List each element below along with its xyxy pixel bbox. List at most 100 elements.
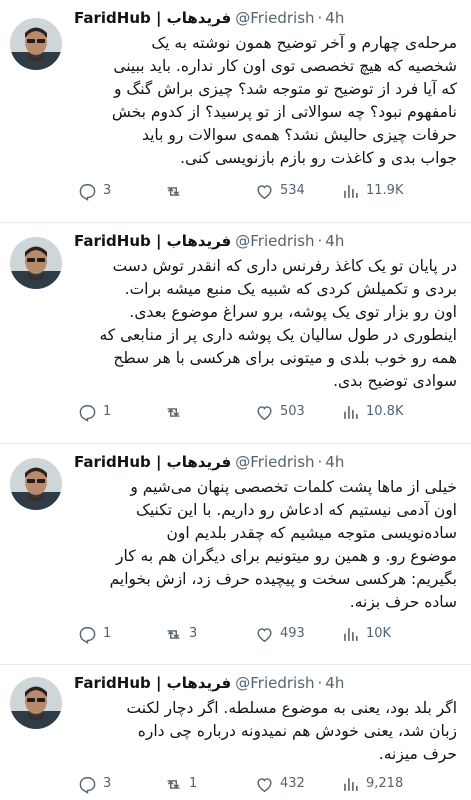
tweet-line: شخصیه که هیچ تخصصی توی اون کار نداره. با…: [113, 57, 457, 75]
tweet-line: جواب بدی و کاغذت رو بازم بازنویسی کنی.: [180, 149, 457, 167]
tweet[interactable]: FaridHub | فریدهاب @Friedrish · 4h خیلی …: [0, 444, 471, 664]
like-button[interactable]: 534: [255, 180, 305, 202]
avatar-portrait: [10, 18, 62, 70]
views-icon: [344, 777, 358, 791]
like-button[interactable]: 432: [255, 773, 305, 795]
reply-count: 1: [103, 626, 112, 641]
tweet-line: ساده حرف بزنه.: [349, 593, 457, 611]
tweet-time[interactable]: 4h: [325, 230, 344, 252]
views-button[interactable]: 10.8K: [341, 401, 403, 423]
avatar[interactable]: [10, 237, 62, 289]
views-count: 9,218: [366, 776, 404, 791]
tweet-line: موضوع رو. و همین رو میتونیم برای دیگران …: [116, 547, 457, 565]
views-button[interactable]: 11.9K: [341, 180, 403, 202]
views-button[interactable]: 9,218: [341, 773, 403, 795]
retweet-button[interactable]: [164, 180, 189, 202]
tweet-actions: 3 1 432 9,218: [74, 773, 464, 795]
reply-icon: [79, 183, 96, 201]
tweet-line: بردی و تکمیلش کردی که شبیه یک منبع میشه …: [124, 280, 457, 298]
retweet-button[interactable]: 3: [164, 623, 197, 645]
tweet-line: اینطوری در طول سالیان یک پوشه داری پر از…: [99, 326, 457, 344]
like-button[interactable]: 493: [255, 623, 305, 645]
tweet-line: در پایان تو یک کاغذ رفرنس داری که انقدر …: [112, 257, 457, 275]
reply-count: 1: [103, 404, 112, 419]
tweet-time[interactable]: 4h: [325, 672, 344, 694]
retweet-count: 3: [189, 626, 198, 641]
tweet-line: اون رو بزار توی یک پوشه، برو سراغ موضوع …: [129, 303, 457, 321]
tweet[interactable]: FaridHub | فریدهاب @Friedrish · 4h در پا…: [0, 223, 471, 443]
avatar-portrait: [10, 677, 62, 729]
tweet-line: حرفات چیزی حالیش نشد؟ همه‌ی سوالات رو با…: [141, 126, 457, 144]
views-button[interactable]: 10K: [341, 623, 391, 645]
reply-icon: [79, 626, 96, 644]
tweet-actions: 1 503 10.8K: [74, 401, 464, 423]
tweet-actions: 3 534 11.9K: [74, 180, 464, 202]
tweet-line: خیلی از ماها پشت کلمات تخصصی پنهان می‌شی…: [130, 478, 457, 496]
tweet-text: در پایان تو یک کاغذ رفرنس داری که انقدر …: [74, 255, 457, 393]
separator-dot: ·: [317, 232, 323, 250]
avatar[interactable]: [10, 677, 62, 729]
retweet-count: 1: [189, 776, 198, 791]
reply-button[interactable]: 3: [78, 180, 111, 202]
tweet-line: بگیریم: هرکسی سخت و پیچیده حرف زد، ازش ب…: [109, 570, 457, 588]
views-count: 10.8K: [366, 404, 404, 419]
reply-button[interactable]: 1: [78, 623, 111, 645]
tweet-header: FaridHub | فریدهاب @Friedrish · 4h: [74, 451, 461, 473]
retweet-icon: [167, 779, 180, 789]
views-count: 11.9K: [366, 183, 404, 198]
author-name[interactable]: FaridHub | فریدهاب: [74, 672, 231, 694]
tweet-header: FaridHub | فریدهاب @Friedrish · 4h: [74, 7, 461, 29]
retweet-button[interactable]: 1: [164, 773, 197, 795]
views-icon: [344, 184, 358, 198]
tweet-header: FaridHub | فریدهاب @Friedrish · 4h: [74, 672, 461, 694]
tweet-line: که آیا فرد از توضیح تو متوجه شد؟ چیزی بر…: [113, 80, 457, 98]
reply-button[interactable]: 3: [78, 773, 111, 795]
tweet-line: مرحله‌ی چهارم و آخر توضیح همون نوشته به …: [151, 34, 457, 52]
reply-icon: [79, 404, 96, 422]
author-handle[interactable]: @Friedrish: [235, 451, 314, 473]
tweet[interactable]: FaridHub | فریدهاب @Friedrish · 4h اگر ب…: [0, 665, 471, 800]
avatar[interactable]: [10, 458, 62, 510]
avatar-portrait: [10, 237, 62, 289]
reply-icon: [79, 776, 96, 794]
tweet-line: نامفهوم نبود؟ چه سوالاتی از تو پرسید؟ از…: [111, 103, 457, 121]
like-count: 493: [280, 626, 305, 641]
author-name[interactable]: FaridHub | فریدهاب: [74, 451, 231, 473]
tweet-line: حرف میزنه.: [378, 745, 457, 763]
like-count: 534: [280, 183, 305, 198]
tweet-actions: 1 3 493 10K: [74, 623, 464, 645]
tweet-time[interactable]: 4h: [325, 7, 344, 29]
reply-button[interactable]: 1: [78, 401, 111, 423]
tweet-header: FaridHub | فریدهاب @Friedrish · 4h: [74, 230, 461, 252]
tweet-line: اون آدمی نیستیم که ادعاش رو داریم. با ای…: [135, 501, 457, 519]
like-button[interactable]: 503: [255, 401, 305, 423]
author-handle[interactable]: @Friedrish: [235, 7, 314, 29]
avatar[interactable]: [10, 18, 62, 70]
avatar-portrait: [10, 458, 62, 510]
like-count: 503: [280, 404, 305, 419]
tweet-line: زبان شد، یعنی خودش هم نمیدونه درباره چی …: [137, 722, 457, 740]
tweet[interactable]: FaridHub | فریدهاب @Friedrish · 4h مرحله…: [0, 0, 471, 222]
tweet-text: مرحله‌ی چهارم و آخر توضیح همون نوشته به …: [74, 32, 457, 170]
tweet-line: همه رو خوب بلدی و میتونی برای هرکسی با ه…: [113, 349, 457, 367]
tweet-text: اگر بلد بود، یعنی به موضوع مسلطه. اگر دچ…: [74, 697, 457, 766]
heart-icon: [257, 405, 272, 420]
author-name[interactable]: FaridHub | فریدهاب: [74, 7, 231, 29]
tweet-line: اگر بلد بود، یعنی به موضوع مسلطه. اگر دچ…: [126, 699, 457, 717]
author-handle[interactable]: @Friedrish: [235, 672, 314, 694]
separator-dot: ·: [317, 674, 323, 692]
reply-count: 3: [103, 776, 112, 791]
tweet-line: ساده‌نویسی متوجه میشیم که چقدر بلدیم اون: [166, 524, 457, 542]
views-icon: [344, 405, 358, 419]
separator-dot: ·: [317, 9, 323, 27]
tweet-text: خیلی از ماها پشت کلمات تخصصی پنهان می‌شی…: [74, 476, 457, 614]
heart-icon: [257, 627, 272, 642]
retweet-button[interactable]: [164, 401, 189, 423]
retweet-icon: [167, 186, 180, 196]
views-count: 10K: [366, 626, 392, 641]
author-handle[interactable]: @Friedrish: [235, 230, 314, 252]
tweet-time[interactable]: 4h: [325, 451, 344, 473]
author-name[interactable]: FaridHub | فریدهاب: [74, 230, 231, 252]
like-count: 432: [280, 776, 305, 791]
tweet-line: سوادی توضیح بدی.: [333, 372, 457, 390]
